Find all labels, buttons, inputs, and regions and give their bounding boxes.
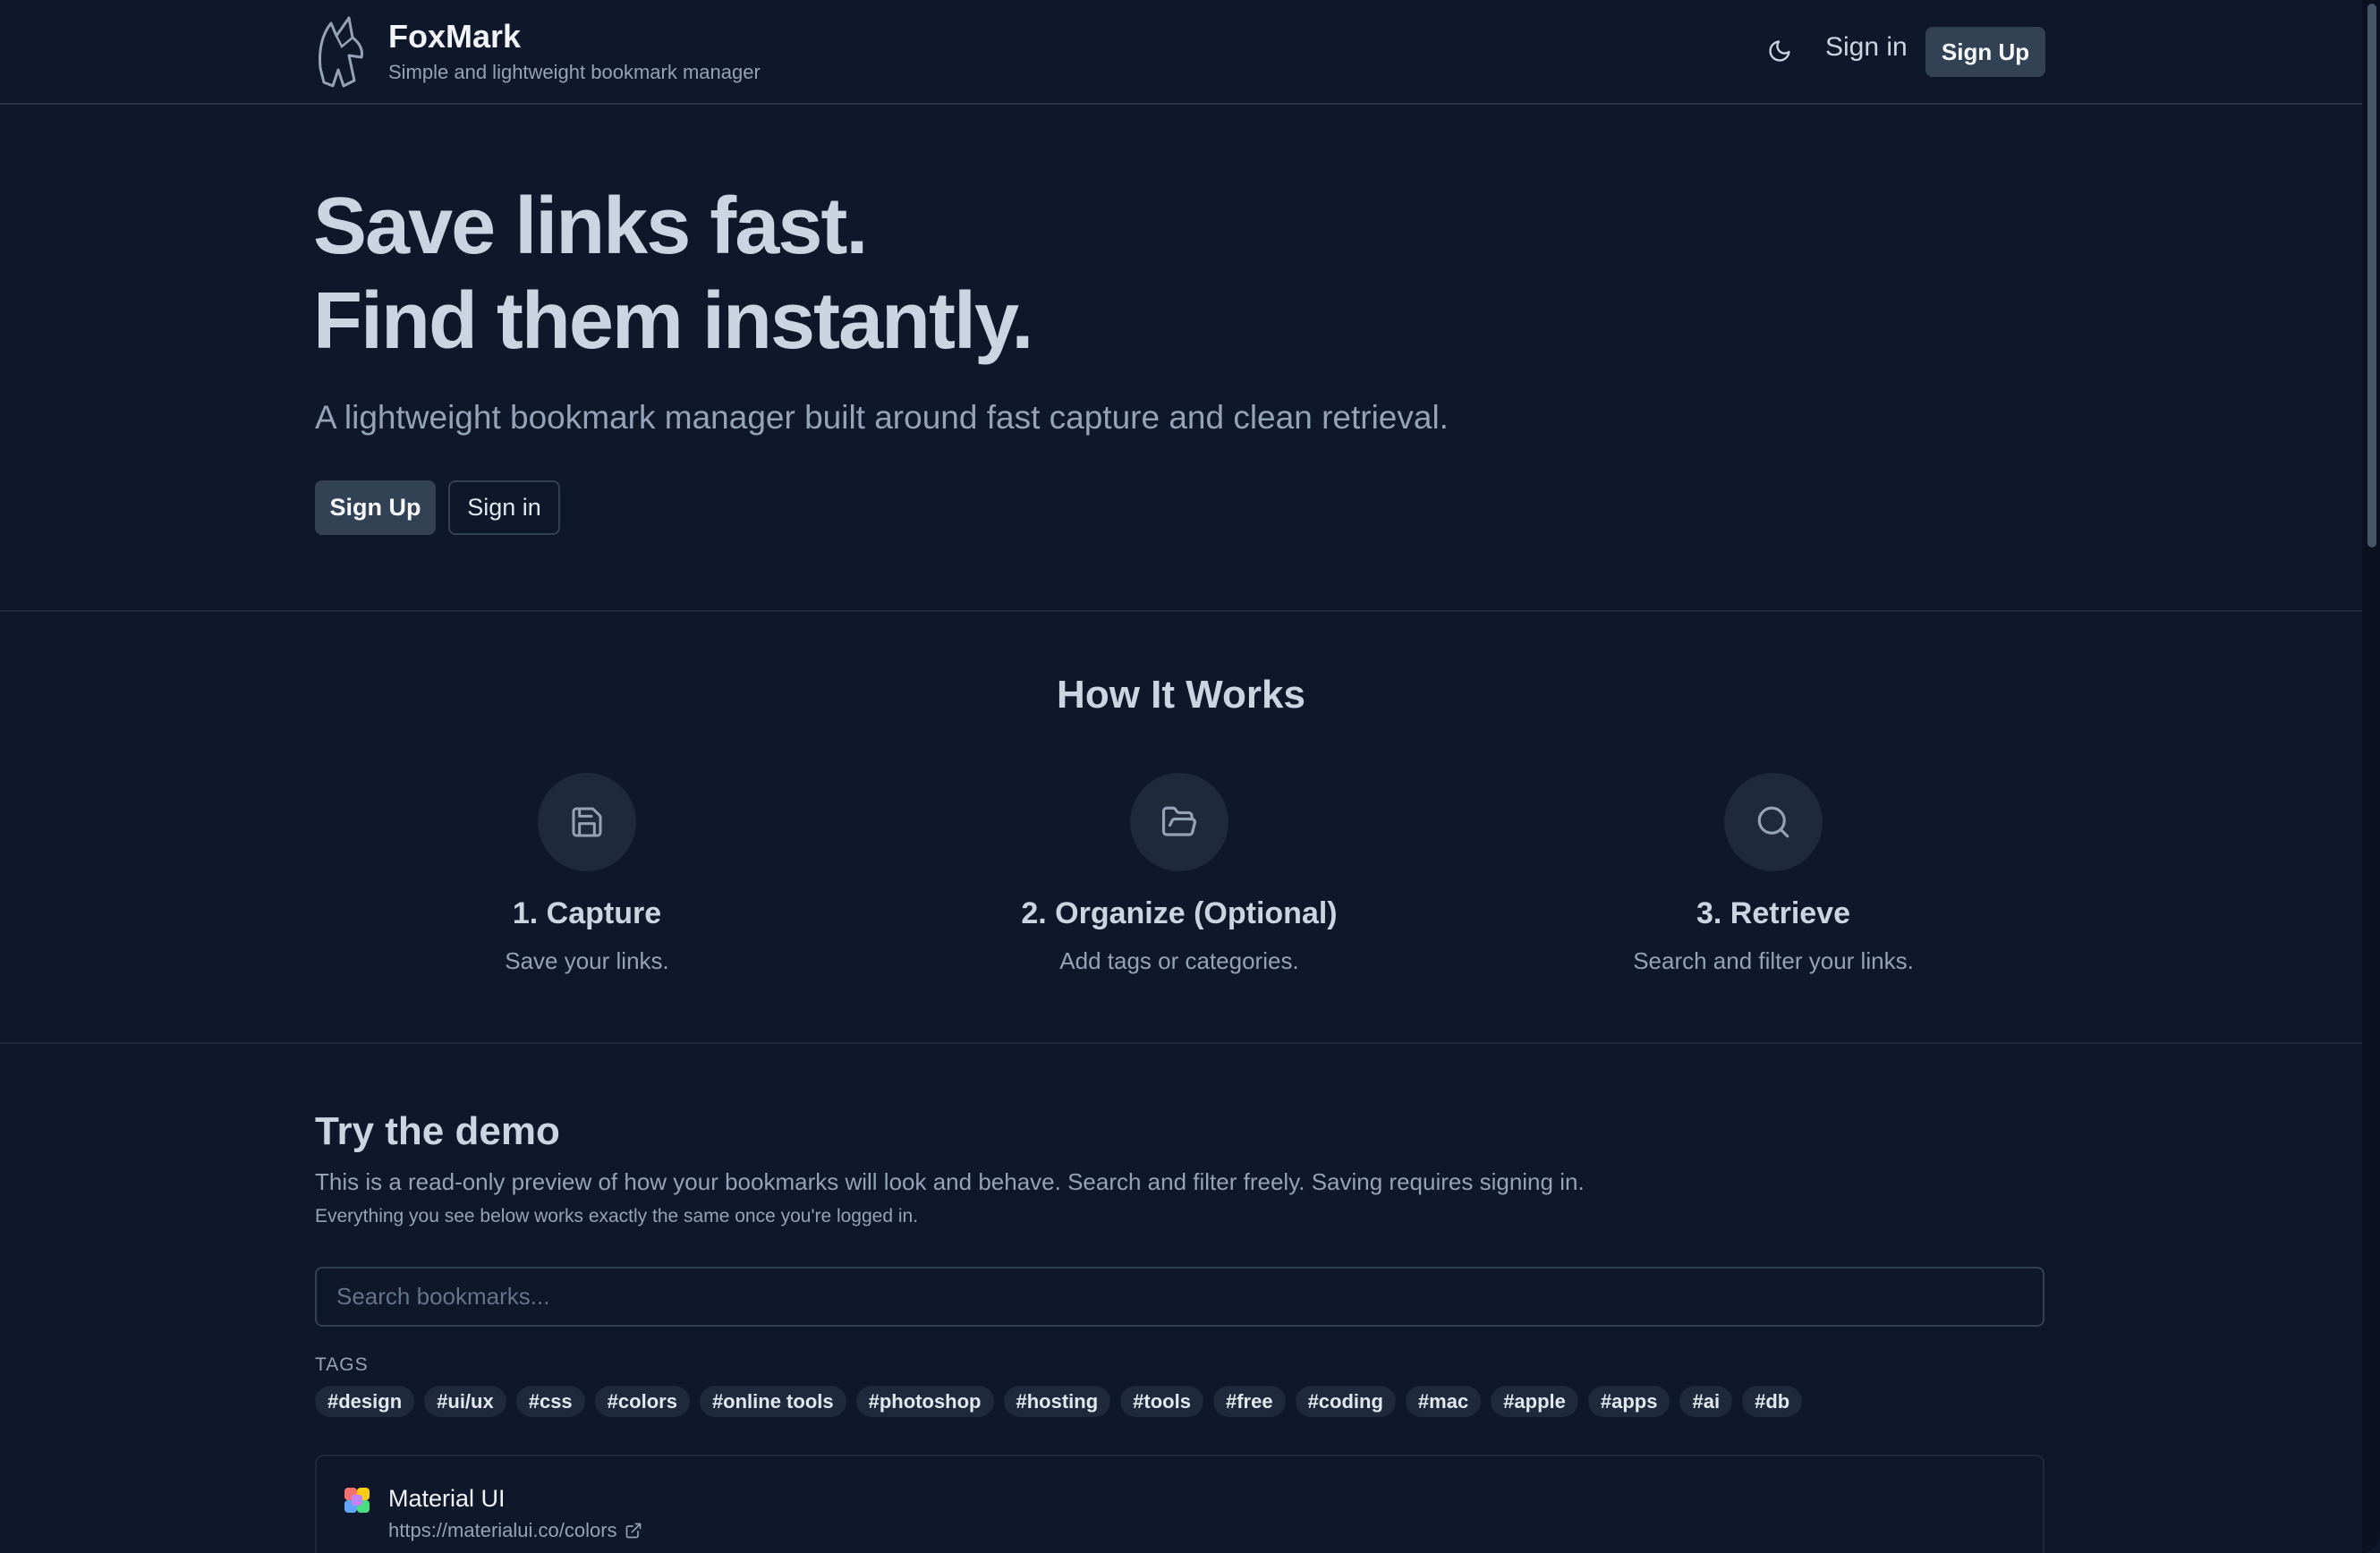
nav-signup-button[interactable]: Sign Up [1925, 27, 2045, 77]
tag-chip[interactable]: #db [1742, 1386, 1803, 1417]
bookmark-title[interactable]: Material UI [388, 1485, 506, 1513]
save-icon [572, 807, 602, 837]
hero-signin-button[interactable]: Sign in [448, 480, 560, 535]
step-description: Add tags or categories. [1059, 947, 1299, 974]
tag-chip[interactable]: #ui/ux [424, 1386, 506, 1417]
folder-open-icon [1161, 806, 1196, 836]
vertical-scrollbar[interactable] [2362, 0, 2380, 1553]
tag-list: #design #ui/ux #css #colors #online tool… [315, 1386, 1803, 1417]
step-icon-circle [538, 773, 636, 871]
tag-chip[interactable]: #css [515, 1386, 585, 1417]
brand-tagline: Simple and lightweight bookmark manager [388, 61, 761, 83]
how-it-works-title: How It Works [1057, 673, 1305, 717]
top-navbar: FoxMark Simple and lightweight bookmark … [0, 0, 2362, 105]
demo-title: Try the demo [315, 1109, 560, 1153]
hero-title-line-2: Find them instantly. [313, 276, 1033, 366]
step-description: Save your links. [505, 947, 669, 974]
app-window: FoxMark Simple and lightweight bookmark … [0, 0, 2380, 1553]
tag-chip[interactable]: #apple [1491, 1386, 1578, 1417]
tag-chip[interactable]: #mac [1405, 1386, 1482, 1417]
tag-chip[interactable]: #colors [594, 1386, 690, 1417]
demo-note: Everything you see below works exactly t… [315, 1206, 919, 1226]
theme-toggle-button[interactable] [1764, 36, 1795, 66]
scrollbar-thumb[interactable] [2367, 4, 2376, 547]
material-ui-favicon-icon [344, 1488, 370, 1513]
step-retrieve: 3. Retrieve Search and filter your links… [1478, 773, 2069, 975]
tag-chip[interactable]: #tools [1120, 1386, 1203, 1417]
step-organize: 2. Organize (Optional) Add tags or categ… [884, 773, 1475, 975]
hero-signup-button[interactable]: Sign Up [315, 480, 436, 535]
tag-chip[interactable]: #coding [1295, 1386, 1396, 1417]
step-capture: 1. Capture Save your links. [292, 773, 882, 975]
step-title: 3. Retrieve [1696, 896, 1850, 930]
tag-chip[interactable]: #hosting [1003, 1386, 1111, 1417]
step-icon-circle [1130, 773, 1228, 871]
external-link-icon [625, 1523, 641, 1539]
hero-subtitle: A lightweight bookmark manager built aro… [315, 399, 1449, 436]
nav-signin-link[interactable]: Sign in [1825, 32, 1908, 63]
step-icon-circle [1724, 773, 1823, 871]
fox-logo-icon [319, 16, 363, 88]
bookmark-url-link[interactable]: https://materialui.co/colors [388, 1519, 642, 1542]
section-divider [0, 1042, 2362, 1044]
step-title: 1. Capture [512, 896, 662, 930]
bookmark-url: https://materialui.co/colors [388, 1519, 617, 1541]
tag-chip[interactable]: #free [1212, 1386, 1286, 1417]
moon-icon [1769, 40, 1790, 62]
tag-chip[interactable]: #photoshop [855, 1386, 994, 1417]
step-title: 2. Organize (Optional) [1021, 896, 1338, 930]
search-bookmarks-input[interactable] [315, 1267, 2044, 1327]
section-divider [0, 610, 2362, 612]
hero-title-line-1: Save links fast. [313, 182, 868, 271]
search-icon [1757, 806, 1789, 838]
brand-name[interactable]: FoxMark [388, 18, 521, 55]
step-description: Search and filter your links. [1633, 947, 1914, 974]
tag-chip[interactable]: #design [315, 1386, 415, 1417]
tag-chip[interactable]: #ai [1679, 1386, 1733, 1417]
demo-description: This is a read-only preview of how your … [315, 1168, 1585, 1195]
tag-chip[interactable]: #apps [1587, 1386, 1670, 1417]
tags-label: TAGS [315, 1354, 369, 1375]
bookmark-card[interactable]: Material UI https://materialui.co/colors [315, 1455, 2044, 1553]
tag-chip[interactable]: #online tools [699, 1386, 846, 1417]
